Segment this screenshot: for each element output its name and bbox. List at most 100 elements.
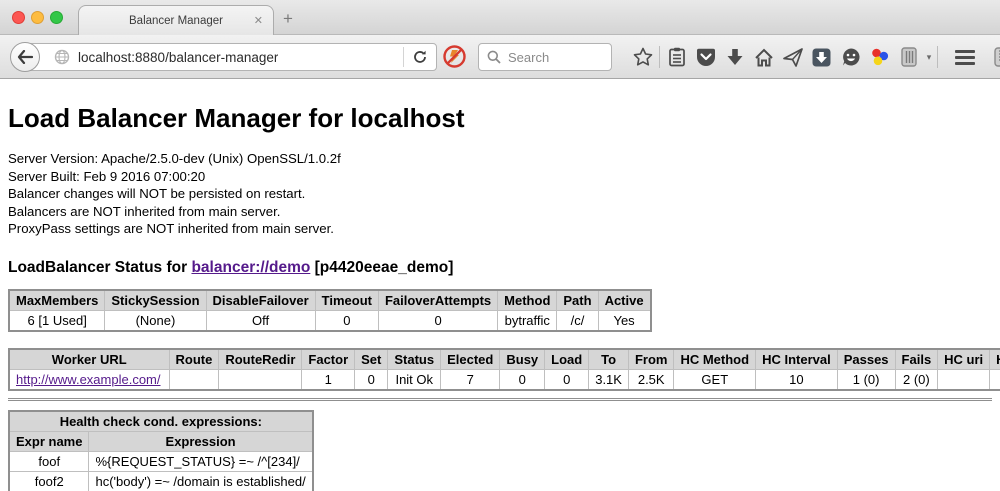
- route-redir-cell: [219, 369, 302, 390]
- balancer-demo-link[interactable]: balancer://demo: [191, 259, 310, 276]
- toolbar-divider: [937, 46, 938, 68]
- new-tab-button[interactable]: +: [283, 9, 293, 29]
- close-window-button[interactable]: [12, 11, 25, 24]
- reload-icon: [413, 50, 427, 64]
- column-header: Timeout: [315, 290, 378, 311]
- method-cell: bytraffic: [498, 310, 557, 331]
- tab-balancer-manager[interactable]: Balancer Manager ✕: [78, 5, 274, 35]
- proxypass-notice-line: ProxyPass settings are NOT inherited fro…: [8, 220, 992, 238]
- set-cell: 0: [355, 369, 388, 390]
- url-bar[interactable]: localhost:8880/balancer-manager: [25, 43, 437, 71]
- extension-grid-icon: [994, 47, 1000, 67]
- elected-cell: 7: [441, 369, 500, 390]
- column-header: HC uri: [938, 349, 990, 370]
- hc-method-cell: GET: [674, 369, 756, 390]
- column-header: HC Method: [674, 349, 756, 370]
- column-header: Fails: [895, 349, 938, 370]
- search-icon: [487, 50, 501, 64]
- server-built-line: Server Built: Feb 9 2016 07:00:20: [8, 168, 992, 186]
- hc-uri-cell: [938, 369, 990, 390]
- hc-interval-cell: 10: [756, 369, 838, 390]
- divider: [8, 398, 992, 401]
- disable-failover-cell: Off: [206, 310, 315, 331]
- column-header: HC Expr: [990, 349, 1000, 370]
- bookmark-star-button[interactable]: [628, 44, 657, 70]
- page-content: Load Balancer Manager for localhost Serv…: [0, 80, 1000, 491]
- bookmarks-clipboard-icon: [668, 47, 686, 67]
- globe-icon: [54, 49, 70, 65]
- active-cell: Yes: [598, 310, 651, 331]
- downloads-icon: [726, 48, 744, 67]
- home-icon: [754, 48, 774, 67]
- column-header: Passes: [837, 349, 895, 370]
- download-box-icon: [812, 48, 831, 67]
- column-header: To: [589, 349, 629, 370]
- expression-cell: hc('body') =~ /domain is established/: [89, 471, 313, 491]
- column-header: Route: [169, 349, 219, 370]
- busy-cell: 0: [500, 369, 545, 390]
- navigation-toolbar: localhost:8880/balancer-manager Search: [0, 35, 1000, 79]
- extension-button[interactable]: [989, 44, 1000, 70]
- page-title: Load Balancer Manager for localhost: [8, 103, 992, 134]
- minimize-window-button[interactable]: [31, 11, 44, 24]
- hc-expr-cell: foof2: [990, 369, 1000, 390]
- reload-button[interactable]: [404, 50, 436, 64]
- feedback-smiley-button[interactable]: [836, 44, 865, 70]
- health-check-table: Health check cond. expressions: Expr nam…: [8, 410, 314, 491]
- tab-close-icon[interactable]: ✕: [254, 14, 263, 27]
- balancer-settings-table: MaxMembers StickySession DisableFailover…: [8, 289, 652, 332]
- bookmarks-menu-button[interactable]: [662, 44, 691, 70]
- passes-cell: 1 (0): [837, 369, 895, 390]
- column-header: FailoverAttempts: [378, 290, 497, 311]
- table-row: foof %{REQUEST_STATUS} =~ /^[234]/: [9, 451, 313, 471]
- column-header: MaxMembers: [9, 290, 105, 311]
- route-cell: [169, 369, 219, 390]
- back-button[interactable]: [10, 42, 40, 72]
- colored-dots-icon: [870, 47, 890, 67]
- path-cell: /c/: [557, 310, 598, 331]
- status-cell: Init Ok: [388, 369, 441, 390]
- status-heading-suffix: [p4420eeae_demo]: [310, 259, 453, 276]
- container-extension-button[interactable]: [894, 44, 923, 70]
- to-cell: 3.1K: [589, 369, 629, 390]
- titlebar: Balancer Manager ✕ +: [0, 0, 1000, 35]
- column-header: Method: [498, 290, 557, 311]
- column-header: Path: [557, 290, 598, 311]
- menu-button[interactable]: [950, 44, 979, 70]
- send-icon: [783, 48, 803, 67]
- column-header: StickySession: [105, 290, 206, 311]
- send-tab-button[interactable]: [778, 44, 807, 70]
- toolbar-divider: [659, 46, 660, 68]
- worker-url-link[interactable]: http://www.example.com/: [16, 372, 161, 387]
- table-header-row: Worker URL Route RouteRedir Factor Set S…: [9, 349, 1000, 370]
- table-row: 6 [1 Used] (None) Off 0 0 bytraffic /c/ …: [9, 310, 651, 331]
- download-helper-button[interactable]: [807, 44, 836, 70]
- pocket-button[interactable]: [691, 44, 720, 70]
- failover-attempts-cell: 0: [378, 310, 497, 331]
- menu-icon: [955, 50, 975, 65]
- zoom-window-button[interactable]: [50, 11, 63, 24]
- column-header: Set: [355, 349, 388, 370]
- max-members-cell: 6 [1 Used]: [9, 310, 105, 331]
- toolbar-icons: ▾: [628, 35, 1000, 79]
- persist-notice-line: Balancer changes will NOT be persisted o…: [8, 185, 992, 203]
- column-header: Expression: [89, 431, 313, 451]
- url-text[interactable]: localhost:8880/balancer-manager: [78, 50, 278, 65]
- table-header-row: MaxMembers StickySession DisableFailover…: [9, 290, 651, 311]
- fails-cell: 2 (0): [895, 369, 938, 390]
- expression-cell: %{REQUEST_STATUS} =~ /^[234]/: [89, 451, 313, 471]
- load-cell: 0: [545, 369, 589, 390]
- container-icon: [901, 47, 917, 67]
- home-button[interactable]: [749, 44, 778, 70]
- flash-blocked-icon[interactable]: [443, 45, 466, 68]
- table-row: http://www.example.com/ 1 0 Init Ok 7 0 …: [9, 369, 1000, 390]
- chevron-down-icon[interactable]: ▾: [923, 52, 935, 63]
- downloads-button[interactable]: [720, 44, 749, 70]
- from-cell: 2.5K: [628, 369, 674, 390]
- back-icon: [17, 50, 33, 64]
- video-downloadhelper-button[interactable]: [865, 44, 894, 70]
- column-header: Status: [388, 349, 441, 370]
- loadbalancer-status-heading: LoadBalancer Status for balancer://demo …: [8, 259, 992, 277]
- timeout-cell: 0: [315, 310, 378, 331]
- search-bar[interactable]: Search: [478, 43, 612, 71]
